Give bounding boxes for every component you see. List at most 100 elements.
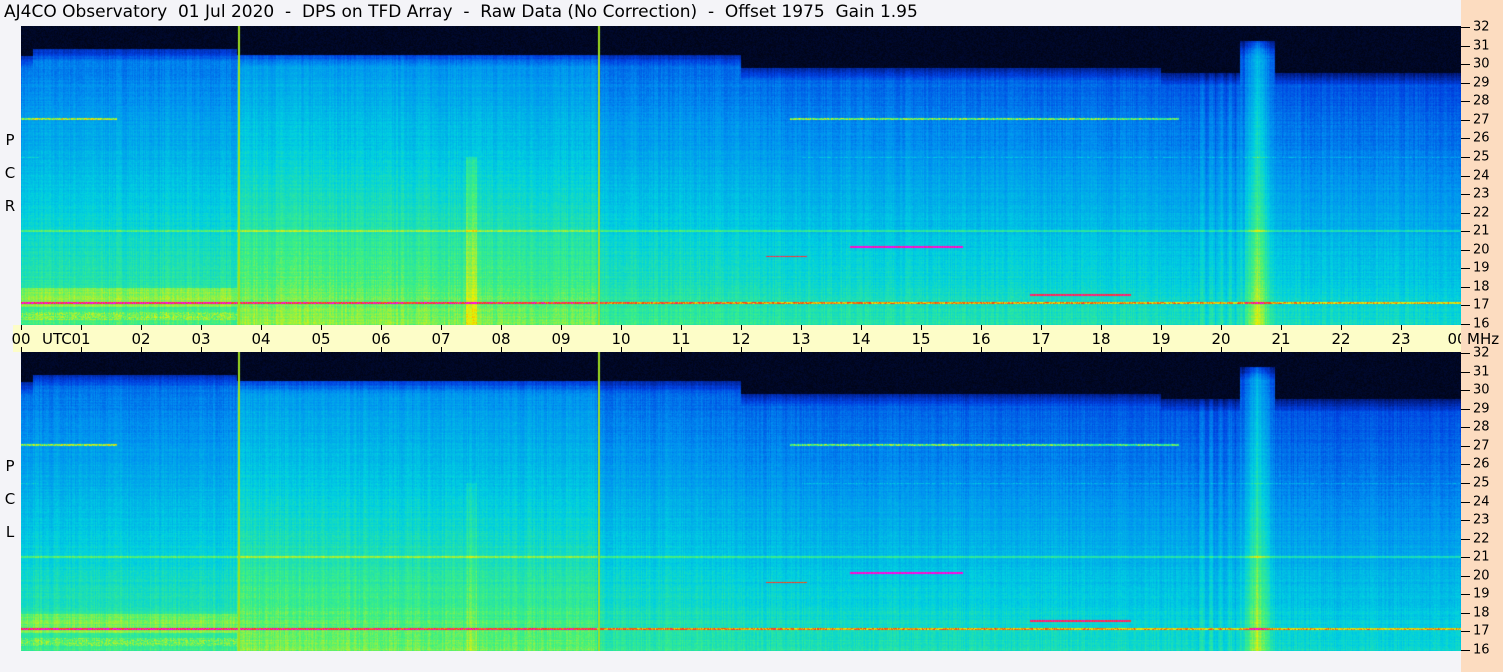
lcp-label: P C L — [2, 450, 18, 549]
freq-tick-label: 18 — [1473, 279, 1490, 295]
freq-tick — [1461, 138, 1470, 139]
freq-tick-label: 21 — [1473, 549, 1490, 565]
freq-tick-label: 28 — [1473, 93, 1490, 109]
time-tick-label: 01 — [71, 330, 91, 348]
freq-tick-label: 30 — [1473, 382, 1490, 398]
chart-title: AJ4CO Observatory 01 Jul 2020 - DPS on T… — [4, 2, 918, 22]
rcp-spectrogram — [21, 26, 1461, 325]
lcp-heatmap — [21, 352, 1461, 651]
freq-tick — [1461, 287, 1470, 288]
pol-letter: R — [4, 197, 16, 215]
freq-tick — [1461, 557, 1470, 558]
freq-tick — [1461, 650, 1470, 651]
freq-tick-label: 25 — [1473, 475, 1490, 491]
freq-tick-label: 20 — [1473, 568, 1490, 584]
freq-tick-label: 22 — [1473, 531, 1490, 547]
freq-tick — [1461, 46, 1470, 47]
freq-tick-label: 30 — [1473, 56, 1490, 72]
freq-tick-label: 24 — [1473, 168, 1490, 184]
freq-tick — [1461, 27, 1470, 28]
freq-tick-label: 25 — [1473, 149, 1490, 165]
pol-letter: C — [4, 490, 16, 508]
freq-tick — [1461, 409, 1470, 410]
time-tick-label: 09 — [551, 330, 571, 348]
freq-tick-label: 23 — [1473, 512, 1490, 528]
freq-tick — [1461, 520, 1470, 521]
freq-tick — [1461, 157, 1470, 158]
freq-unit-label: MHz — [1467, 330, 1500, 348]
time-tick-label: 03 — [191, 330, 211, 348]
freq-tick — [1461, 539, 1470, 540]
time-tick-label: 05 — [311, 330, 331, 348]
time-tick-label: 16 — [971, 330, 991, 348]
freq-tick — [1461, 83, 1470, 84]
pol-letter: L — [5, 523, 15, 541]
time-tick-label: 12 — [731, 330, 751, 348]
freq-tick-label: 31 — [1473, 364, 1490, 380]
freq-tick-label: 19 — [1473, 260, 1490, 276]
time-tick-label: 17 — [1031, 330, 1051, 348]
freq-tick-label: 26 — [1473, 130, 1490, 146]
freq-tick-label: 31 — [1473, 38, 1490, 54]
freq-tick — [1461, 64, 1470, 65]
freq-tick-label: 27 — [1473, 112, 1490, 128]
freq-tick — [1461, 464, 1470, 465]
freq-tick — [1461, 213, 1470, 214]
freq-tick-label: 18 — [1473, 605, 1490, 621]
freq-tick-label: 29 — [1473, 401, 1490, 417]
time-tick-label: 23 — [1391, 330, 1411, 348]
time-tick-label: 18 — [1091, 330, 1111, 348]
freq-tick — [1461, 353, 1470, 354]
time-axis: 00 01 02 03 04 05 06 07 08 09 10 11 12 13 14 15 16 17 18 19… — [11, 325, 1474, 352]
rcp-label: P C R — [2, 124, 18, 223]
time-tick-label: 21 — [1271, 330, 1291, 348]
freq-tick — [1461, 194, 1470, 195]
time-tick-label: 04 — [251, 330, 271, 348]
freq-tick — [1461, 101, 1470, 102]
freq-tick — [1461, 576, 1470, 577]
freq-tick-label: 17 — [1473, 297, 1490, 313]
freq-tick-label: 16 — [1473, 642, 1490, 658]
freq-tick — [1461, 483, 1470, 484]
freq-tick — [1461, 372, 1470, 373]
freq-tick-label: 23 — [1473, 186, 1490, 202]
freq-tick — [1461, 446, 1470, 447]
lcp-spectrogram — [21, 352, 1461, 651]
time-tick-label: 13 — [791, 330, 811, 348]
freq-tick-label: 22 — [1473, 205, 1490, 221]
freq-tick — [1461, 594, 1470, 595]
freq-tick-label: 27 — [1473, 438, 1490, 454]
time-tick-label: 22 — [1331, 330, 1351, 348]
time-tick-label: 11 — [671, 330, 691, 348]
freq-tick-label: 24 — [1473, 494, 1490, 510]
pol-letter: C — [4, 164, 16, 182]
freq-tick-label: 29 — [1473, 75, 1490, 91]
time-tick-label: 10 — [611, 330, 631, 348]
time-unit-label: UTC — [42, 330, 72, 348]
time-tick-label: 19 — [1151, 330, 1171, 348]
time-tick-label: 06 — [371, 330, 391, 348]
time-tick-label: 15 — [911, 330, 931, 348]
freq-tick — [1461, 305, 1470, 306]
freq-tick — [1461, 631, 1470, 632]
freq-tick — [1461, 390, 1470, 391]
time-tick-label: 02 — [131, 330, 151, 348]
pol-letter: P — [5, 131, 15, 149]
freq-tick — [1461, 268, 1470, 269]
freq-tick-label: 21 — [1473, 223, 1490, 239]
freq-tick-label: 26 — [1473, 456, 1490, 472]
freq-tick — [1461, 613, 1470, 614]
freq-tick-label: 20 — [1473, 242, 1490, 258]
pol-letter: P — [5, 457, 15, 475]
freq-tick — [1461, 176, 1470, 177]
freq-tick — [1461, 427, 1470, 428]
freq-tick-label: 32 — [1473, 19, 1490, 35]
time-tick-label: 00 — [11, 330, 31, 348]
freq-tick — [1461, 324, 1470, 325]
freq-tick — [1461, 502, 1470, 503]
freq-tick-label: 28 — [1473, 419, 1490, 435]
time-tick-label: 20 — [1211, 330, 1231, 348]
time-tick-label: 14 — [851, 330, 871, 348]
freq-tick-label: 17 — [1473, 623, 1490, 639]
freq-tick-label: 19 — [1473, 586, 1490, 602]
